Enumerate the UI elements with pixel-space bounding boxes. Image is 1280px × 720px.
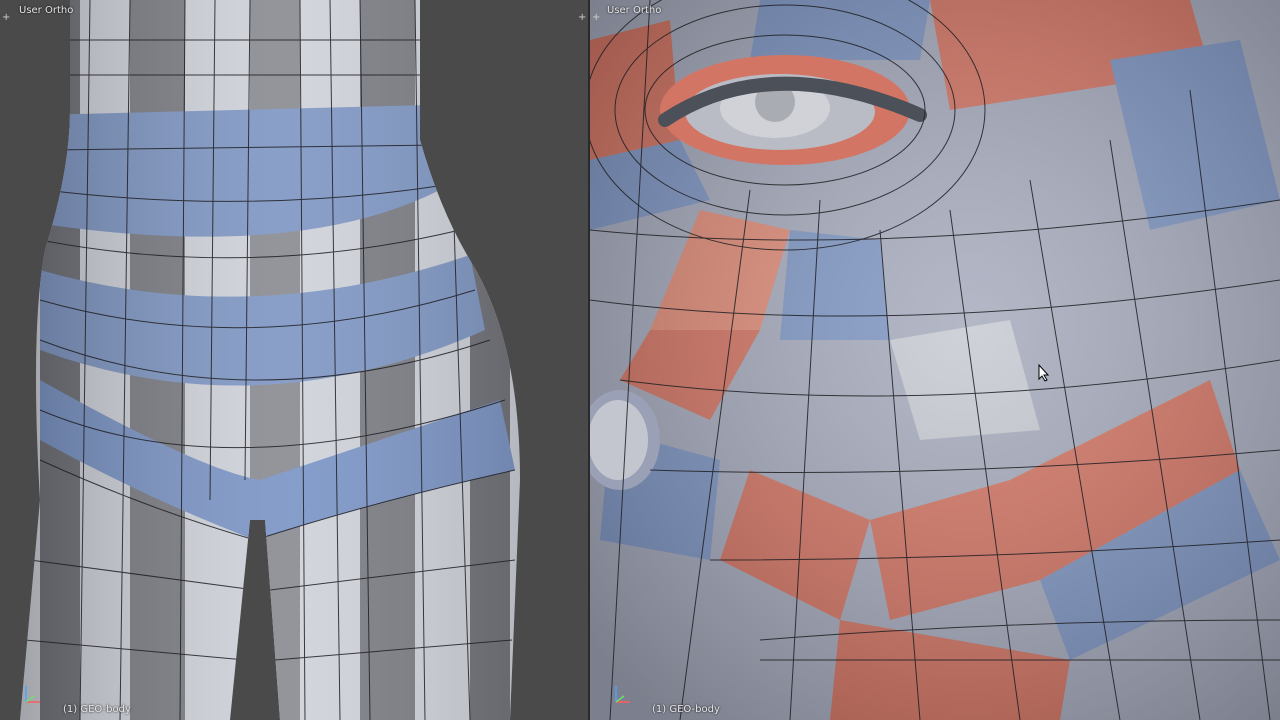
torso-mesh-render[interactable] bbox=[0, 0, 588, 720]
cursor-icon bbox=[1038, 364, 1050, 382]
left-3d-viewport[interactable]: User Ortho + + (1) GEO-body bbox=[0, 0, 588, 720]
right-3d-viewport[interactable]: User Ortho + (1) GEO-body bbox=[590, 0, 1280, 720]
blender-window: User Ortho + + (1) GEO-body User Ortho +… bbox=[0, 0, 1280, 720]
active-object-label: (1) GEO-body bbox=[63, 704, 131, 715]
axis-gizmo-icon bbox=[25, 686, 40, 703]
face-mesh-render[interactable] bbox=[590, 0, 1280, 720]
plus-icon[interactable]: + bbox=[578, 13, 586, 23]
viewport-view-label: User Ortho bbox=[19, 5, 74, 16]
viewport-view-label: User Ortho bbox=[607, 5, 662, 16]
plus-icon[interactable]: + bbox=[592, 13, 600, 23]
plus-icon[interactable]: + bbox=[2, 13, 10, 23]
axis-gizmo-icon bbox=[615, 686, 630, 703]
active-object-label: (1) GEO-body bbox=[652, 704, 720, 715]
